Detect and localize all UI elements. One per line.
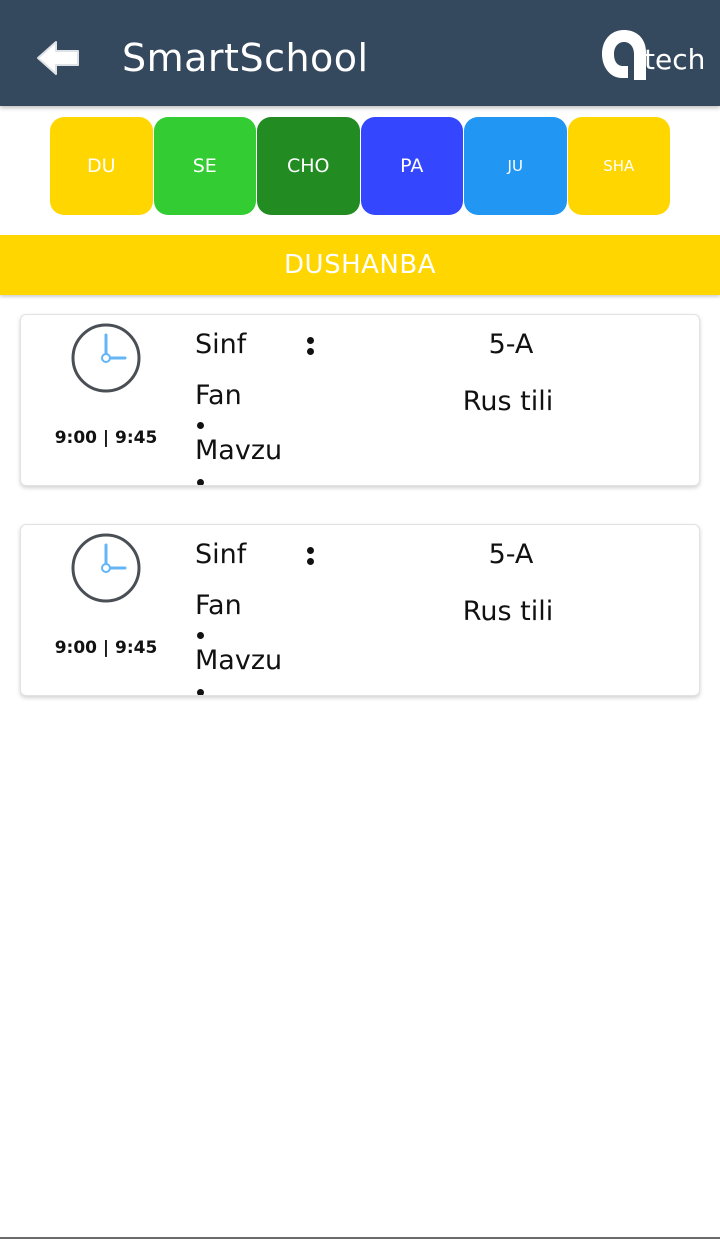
day-button-du[interactable]: DU bbox=[50, 117, 153, 215]
app-title: SmartSchool bbox=[122, 36, 369, 80]
lesson-time: 9:00 | 9:45 bbox=[54, 428, 158, 448]
subject-label: Fan bbox=[195, 380, 242, 411]
day-label: SE bbox=[192, 155, 217, 177]
topic-colon-dot bbox=[197, 689, 204, 695]
class-label: Sinf bbox=[195, 539, 247, 570]
clock-icon bbox=[71, 533, 141, 603]
class-value: 5-A bbox=[488, 539, 534, 570]
day-button-pa[interactable]: PA bbox=[360, 117, 463, 215]
day-label: DU bbox=[86, 155, 116, 177]
logo-text: tech bbox=[644, 43, 706, 76]
subject-value: Rus tili bbox=[462, 596, 554, 627]
day-label: CHO bbox=[286, 155, 330, 177]
day-button-cho[interactable]: CHO bbox=[257, 117, 360, 215]
subject-value: Rus tili bbox=[462, 386, 554, 417]
subject-label: Fan bbox=[195, 590, 242, 621]
day-label: JU bbox=[507, 157, 523, 175]
lesson-card[interactable]: 9:00 | 9:45 Sinf 5-A Fan Rus tili Mavzu bbox=[20, 524, 700, 696]
day-button-ju[interactable]: JU bbox=[464, 117, 567, 215]
subject-colon-dot bbox=[197, 632, 204, 639]
day-selector: DU SE CHO PA JU SHA bbox=[50, 117, 670, 215]
timetable-screen: SmartSchool tech DU SE CHO PA JU SHA DUS… bbox=[0, 0, 720, 1239]
day-button-sha[interactable]: SHA bbox=[567, 117, 670, 215]
back-button[interactable] bbox=[30, 30, 86, 86]
day-label: PA bbox=[400, 155, 424, 177]
app-bar: SmartSchool tech bbox=[0, 0, 720, 106]
class-label: Sinf bbox=[195, 329, 247, 360]
topic-label: Mavzu bbox=[195, 435, 283, 466]
subject-colon-dot bbox=[197, 422, 204, 429]
colon-separator bbox=[307, 543, 317, 569]
back-arrow-icon bbox=[37, 41, 79, 75]
lesson-card[interactable]: 9:00 | 9:45 Sinf 5-A Fan Rus tili Mavzu bbox=[20, 314, 700, 486]
atech-logo-mark-icon bbox=[602, 30, 646, 80]
colon-separator bbox=[307, 333, 317, 359]
topic-label: Mavzu bbox=[195, 645, 283, 676]
day-button-se[interactable]: SE bbox=[153, 117, 256, 215]
clock-icon bbox=[71, 323, 141, 393]
atech-logo: tech bbox=[598, 24, 708, 86]
topic-colon-dot bbox=[197, 479, 204, 485]
class-value: 5-A bbox=[488, 329, 534, 360]
day-label: SHA bbox=[603, 157, 635, 175]
lesson-time: 9:00 | 9:45 bbox=[54, 638, 158, 658]
selected-day-banner: DUSHANBA bbox=[0, 235, 720, 295]
